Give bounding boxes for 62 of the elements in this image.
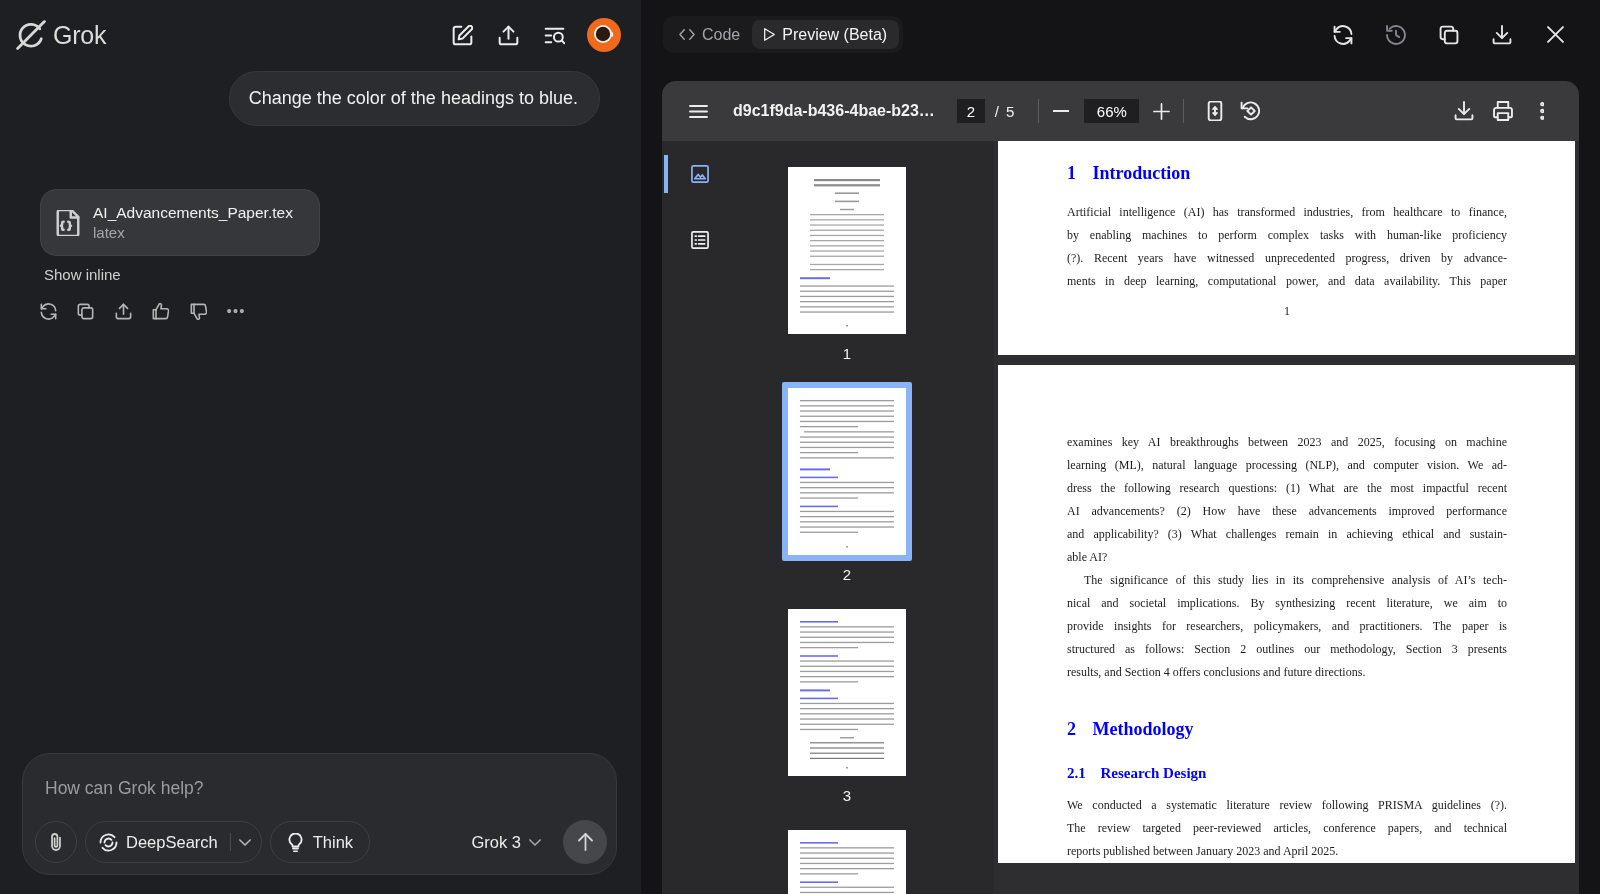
swirl-icon bbox=[99, 832, 118, 852]
page-number-label: 1 bbox=[842, 344, 852, 364]
caret-icon bbox=[529, 838, 541, 846]
page-count: 5 bbox=[1006, 102, 1015, 120]
app-name: Grok bbox=[53, 20, 107, 50]
section-heading: 1 Introduction bbox=[1067, 162, 1192, 184]
image-icon bbox=[691, 165, 709, 183]
more-icon bbox=[1539, 102, 1545, 120]
refresh-icon bbox=[1333, 24, 1353, 45]
copy-icon bbox=[1439, 24, 1459, 45]
minus-icon bbox=[1053, 110, 1070, 112]
body-paragraph: examines key AI breakthroughs between 2023 and 2025, focusing on machine learning (ML), natural language processing (NLP), and computer vision. We ad- dress the following research questions: (1) What are the most impactful recent AI advancements? (2) How have these advancements improved performance and applicability? (3) What challenges remain in achieving ethical and sustain- able AI? bbox=[1067, 434, 1507, 566]
file-attachment-card[interactable]: AI_Advancements_Paper.tex latex bbox=[40, 189, 320, 256]
thumbs-down-icon bbox=[189, 302, 207, 320]
arrow-up-icon bbox=[577, 833, 593, 851]
history-icon bbox=[1386, 24, 1406, 45]
body-paragraph: Artificial intelligence (AI) has transformed industries, from healthcare to finance, by enabling machines to perform complex tasks with human-like proficiency (?). Recent years have witnessed unprecedented progress, driven by advance- ments in deep learning, computational power, and data availability. This paper bbox=[1067, 204, 1507, 290]
page-number-input[interactable]: 2 bbox=[956, 99, 985, 123]
play-icon bbox=[764, 28, 776, 41]
page-thumbnail[interactable] bbox=[782, 382, 912, 561]
rotate-icon bbox=[1240, 101, 1261, 121]
avatar-icon[interactable] bbox=[587, 18, 621, 52]
page-divider: / bbox=[994, 102, 1000, 120]
share-icon bbox=[497, 24, 519, 46]
share-icon bbox=[114, 302, 132, 320]
menu-icon bbox=[688, 104, 708, 118]
thumbs-up-icon bbox=[152, 302, 169, 320]
model-selector[interactable]: Grok 3 bbox=[471, 827, 541, 857]
grok-logo-icon bbox=[16, 20, 46, 50]
caret-icon bbox=[238, 838, 251, 846]
page-number-label: 3 bbox=[842, 786, 852, 806]
user-message: Change the color of the headings to blue. bbox=[228, 71, 600, 126]
plus-icon bbox=[1152, 102, 1170, 120]
file-name: AI_Advancements_Paper.tex bbox=[93, 204, 293, 222]
message-input[interactable]: How can Grok help? bbox=[45, 774, 597, 802]
close-icon bbox=[1546, 26, 1564, 43]
code-tab[interactable]: Code bbox=[667, 20, 753, 49]
list-icon bbox=[691, 231, 709, 249]
show-inline-link[interactable]: Show inline bbox=[44, 266, 121, 284]
document-title: d9c1f9da-b436-4bae-b23… bbox=[733, 102, 935, 120]
printer-icon bbox=[1493, 101, 1513, 121]
page-number: 1 bbox=[1283, 303, 1291, 320]
lightbulb-icon bbox=[285, 832, 305, 852]
page-number-label: 2 bbox=[842, 565, 852, 585]
download-icon bbox=[1454, 101, 1474, 121]
body-paragraph: We conducted a systematic literature review following PRISMA guidelines (?). The review targeted peer-reviewed articles, conference papers, and technical reports published between January 2023 and April 2025. bbox=[1067, 797, 1507, 860]
download-icon bbox=[1492, 24, 1512, 45]
refresh-icon bbox=[39, 302, 57, 320]
paperclip-icon bbox=[51, 833, 61, 851]
more-icon bbox=[227, 308, 244, 314]
section-heading: 2 Methodology bbox=[1067, 718, 1195, 740]
code-icon bbox=[679, 29, 695, 40]
copy-icon bbox=[77, 302, 94, 320]
preview-tab[interactable]: Preview (Beta) bbox=[752, 20, 900, 49]
subsection-heading: 2.1 Research Design bbox=[1067, 764, 1208, 782]
body-paragraph: The significance of this study lies in its comprehensive analysis of AI’s tech- nical and societal implications. By synthesizing recent literature, we aim to provide insights for researchers, policymakers, and practitioners. The paper is structured as follows: Section 2 outlines our methodology, Section 3 presents results, and Section 4 offers conclusions and future directions. bbox=[1067, 572, 1507, 681]
code-file-icon bbox=[55, 209, 81, 236]
edit-icon bbox=[451, 24, 473, 46]
file-type: latex bbox=[93, 224, 126, 241]
deepsearch-button[interactable]: DeepSearch bbox=[86, 822, 230, 862]
zoom-input[interactable]: 66% bbox=[1084, 99, 1140, 123]
send-button[interactable] bbox=[563, 820, 607, 864]
